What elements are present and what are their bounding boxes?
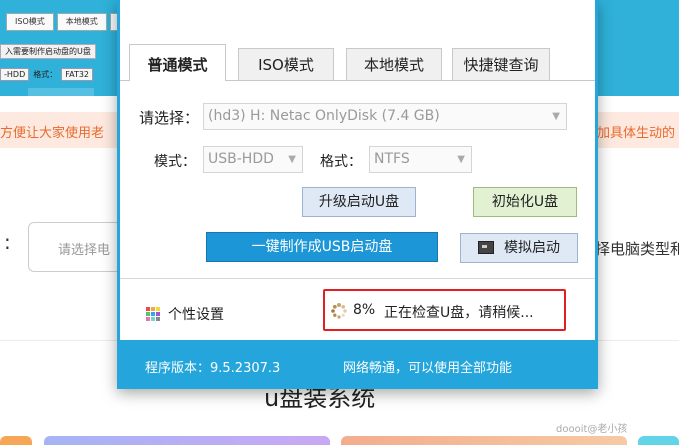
- status-message: 正在检查U盘，请稍候...: [384, 305, 534, 321]
- chevron-down-icon: ▼: [288, 154, 296, 165]
- status-percent: 8%: [353, 302, 376, 318]
- upgrade-boot-usb-button[interactable]: 升级启动U盘: [302, 187, 416, 217]
- terminal-icon: [478, 240, 494, 254]
- format-select[interactable]: NTFS ▼: [369, 146, 472, 173]
- device-select[interactable]: (hd3) H: Netac OnlyDisk (7.4 GB) ▼: [203, 103, 567, 130]
- background-card[interactable]: [638, 436, 679, 445]
- personal-settings-label: 个性设置: [168, 307, 224, 323]
- app-window: 普通模式 ISO模式 本地模式 快捷键查询 请选择： (hd3) H: Neta…: [117, 0, 598, 389]
- personal-settings-link[interactable]: 个性设置: [146, 304, 224, 324]
- background-notice-right: 加具体生动的: [597, 126, 676, 141]
- background-mini-format-label: 格式：: [33, 70, 58, 79]
- background-mini-tab: 本地模式: [56, 13, 107, 31]
- background-card[interactable]: [341, 436, 627, 445]
- background-notice-left: 方便让大家使用老: [0, 126, 105, 141]
- device-select-value: (hd3) H: Netac OnlyDisk (7.4 GB): [208, 108, 440, 124]
- background-colon: :: [4, 230, 11, 254]
- initialize-usb-button[interactable]: 初始化U盘: [473, 187, 577, 217]
- palette-grid-icon: [146, 307, 160, 321]
- tab-normal-mode[interactable]: 普通模式: [129, 44, 226, 81]
- format-label: 格式：: [320, 154, 362, 170]
- device-select-label: 请选择：: [139, 109, 200, 127]
- background-card[interactable]: [0, 436, 32, 445]
- mode-select-value: USB-HDD: [208, 151, 274, 167]
- simulate-boot-button[interactable]: 模拟启动: [460, 233, 578, 263]
- background-mini-button: [28, 88, 94, 96]
- loading-spinner-icon: [331, 303, 347, 319]
- background-mini-notice: 入需要制作启动盘的U盘: [0, 44, 96, 59]
- format-select-value: NTFS: [374, 151, 410, 167]
- mode-label: 模式：: [154, 154, 196, 170]
- simulate-boot-label: 模拟启动: [504, 240, 560, 256]
- tab-local-mode[interactable]: 本地模式: [346, 48, 442, 80]
- background-card[interactable]: [44, 436, 330, 445]
- chevron-down-icon: ▼: [552, 111, 560, 122]
- background-mini-tab: ISO模式: [6, 13, 54, 31]
- make-usb-boot-disk-button[interactable]: 一键制作成USB启动盘: [206, 232, 438, 262]
- mode-select[interactable]: USB-HDD ▼: [203, 146, 303, 173]
- chevron-down-icon: ▼: [457, 154, 465, 165]
- program-version: 程序版本：9.5.2307.3: [145, 361, 281, 376]
- background-mini-row: -HDD 格式： FAT32: [0, 68, 94, 81]
- background-select-placeholder: 请选择电: [58, 243, 111, 258]
- background-mini-mode: -HDD: [0, 68, 30, 81]
- background-right-text: 择电脑类型和: [595, 240, 679, 258]
- tab-hotkey-query[interactable]: 快捷键查询: [452, 48, 550, 80]
- network-status: 网络畅通，可以使用全部功能: [343, 361, 513, 376]
- panel-separator: [120, 278, 595, 279]
- background-mini-format: FAT32: [61, 68, 94, 81]
- app-panel: 普通模式 ISO模式 本地模式 快捷键查询 请选择： (hd3) H: Neta…: [120, 0, 595, 340]
- tab-iso-mode[interactable]: ISO模式: [238, 48, 334, 80]
- watermark: doooit@老小孩: [556, 424, 628, 435]
